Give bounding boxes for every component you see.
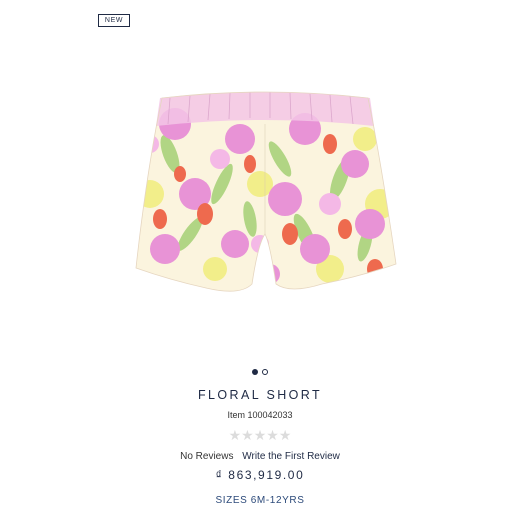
product-title: FLORAL SHORT <box>198 388 322 402</box>
product-image[interactable] <box>130 84 400 306</box>
star-rating: ★★★★★ <box>0 427 520 444</box>
item-number: Item 100042033 <box>227 410 293 420</box>
no-reviews-label: No Reviews <box>180 451 234 462</box>
new-badge: NEW <box>98 14 130 27</box>
sizes-label: SIZES 6M-12YRS <box>215 495 305 506</box>
review-row: No Reviews Write the First Review <box>0 451 520 462</box>
carousel-dots <box>0 369 520 375</box>
carousel-dot-2[interactable] <box>262 369 268 375</box>
product-price: ₫ 863,919.00 <box>215 468 305 482</box>
carousel-dot-1[interactable] <box>252 369 258 375</box>
write-review-link[interactable]: Write the First Review <box>242 451 340 462</box>
star-icon: ★★★★★ <box>228 427 292 443</box>
